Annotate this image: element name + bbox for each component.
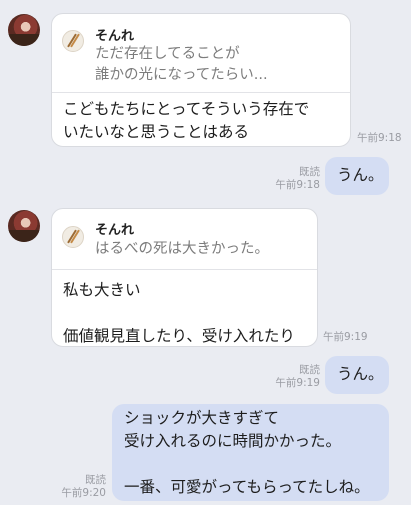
message-text: 私も大きい 価値観見直したり、受け入れたり [63,281,295,345]
read-receipt: 既読 [299,364,320,376]
quote-text: ただ存在してることが 誰かの光になってたらい... [95,46,268,83]
message-time: 午前9:20 [61,487,106,499]
message-time: 午前9:19 [275,377,320,389]
message-text: うん。 [337,166,384,184]
quote-divider [52,92,350,93]
message-bubble-incoming[interactable]: そんれ ただ存在してることが 誰かの光になってたらい... こどもたちにとってそ… [51,13,351,147]
message-bubble-incoming[interactable]: そんれ はるべの死は大きかった。 私も大きい 価値観見直したり、受け入れたり [51,208,318,347]
avatar-image-detail [8,230,40,242]
message-text: ショックが大きすぎて 受け入れるのに時間かかった。 一番、可愛がってもらってたし… [124,409,370,496]
quote-sender-name: そんれ [95,29,135,44]
avatar-image-detail [8,34,40,46]
message-bubble-outgoing[interactable]: ショックが大きすぎて 受け入れるのに時間かかった。 一番、可愛がってもらってたし… [112,404,389,501]
message-time: 午前9:18 [275,179,320,191]
quote-avatar-icon [62,226,84,248]
read-receipt: 既読 [85,474,106,486]
message-time: 午前9:18 [357,132,402,144]
quote-sender-name: そんれ [95,223,135,238]
quote-text: はるべの死は大きかった。 [95,241,269,257]
read-receipt: 既読 [299,166,320,178]
message-time: 午前9:19 [323,331,368,343]
message-text: こどもたちにとってそういう存在で いたいなと思うことはある [63,100,310,141]
message-text: うん。 [337,365,384,383]
message-bubble-outgoing[interactable]: うん。 [325,356,389,394]
sender-avatar[interactable] [8,210,40,242]
message-bubble-outgoing[interactable]: うん。 [325,157,389,195]
quote-divider [52,269,317,270]
quote-avatar-icon [62,30,84,52]
sender-avatar[interactable] [8,14,40,46]
